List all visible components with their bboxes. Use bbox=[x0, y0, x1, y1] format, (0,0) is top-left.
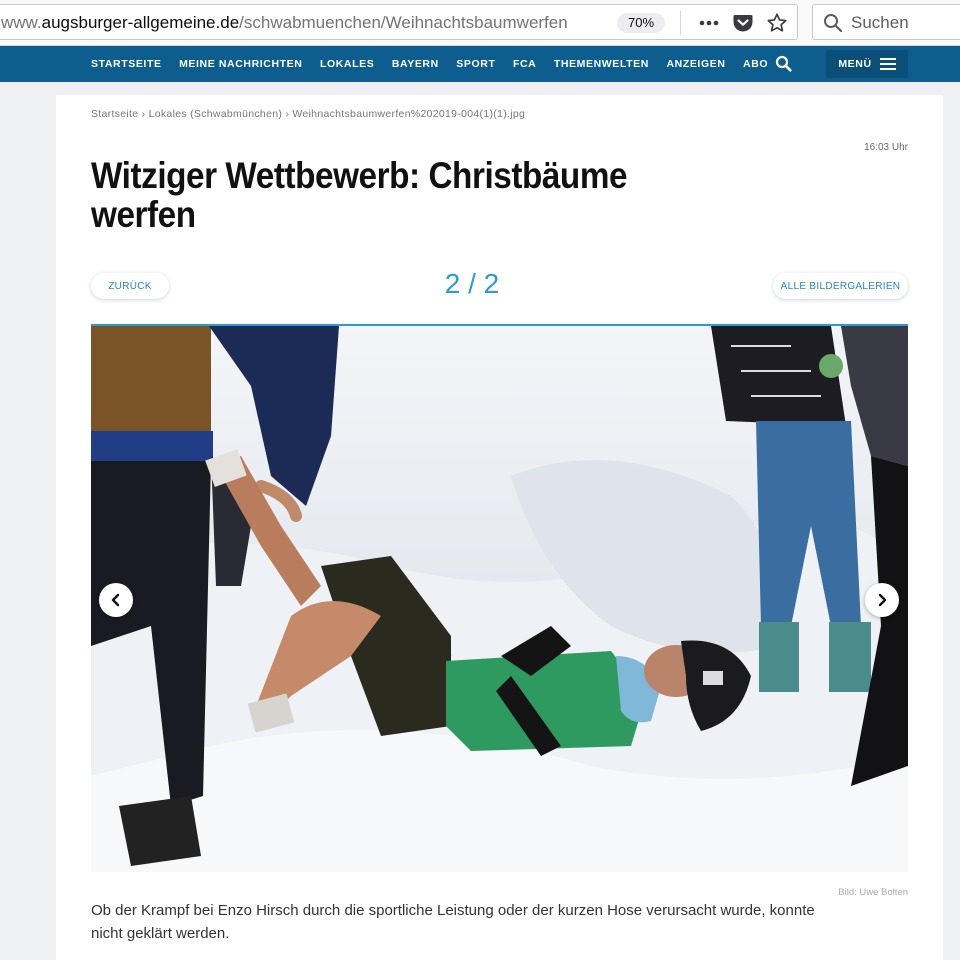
browser-search-field[interactable]: Suchen bbox=[812, 4, 960, 40]
nav-item-startseite[interactable]: STARTSEITE bbox=[91, 58, 162, 70]
chevron-right-icon bbox=[878, 593, 887, 607]
main-navigation: STARTSEITE MEINE NACHRICHTEN LOKALES BAY… bbox=[0, 46, 960, 82]
page-title: Witziger Wettbewerb: Christbäume werfen bbox=[91, 155, 628, 235]
nav-item-abo[interactable]: ABO bbox=[743, 58, 768, 70]
photo-caption: Ob der Krampf bei Enzo Hirsch durch die … bbox=[91, 902, 815, 942]
previous-image-button[interactable] bbox=[99, 583, 133, 617]
chevron-left-icon bbox=[111, 593, 120, 607]
menu-label: MENÜ bbox=[838, 58, 872, 70]
breadcrumb: Startseite › Lokales (Schwabmünchen) › W… bbox=[91, 108, 525, 120]
menu-button[interactable]: MENÜ bbox=[826, 50, 908, 78]
nav-item-lokales[interactable]: LOKALES bbox=[320, 58, 374, 70]
all-galleries-button[interactable]: ALLE BILDERGALERIEN bbox=[773, 273, 908, 299]
nav-item-sport[interactable]: SPORT bbox=[456, 58, 495, 70]
address-bar[interactable]: www.augsburger-allgemeine.de/schwabmuenc… bbox=[0, 4, 798, 40]
breadcrumb-section[interactable]: Lokales (Schwabmünchen) bbox=[149, 108, 283, 120]
nav-items: STARTSEITE MEINE NACHRICHTEN LOKALES BAY… bbox=[91, 46, 786, 82]
url-text[interactable]: www.augsburger-allgemeine.de/schwabmuenc… bbox=[1, 13, 573, 33]
search-placeholder: Suchen bbox=[851, 13, 909, 32]
pocket-icon[interactable] bbox=[731, 11, 755, 35]
nav-item-bayern[interactable]: BAYERN bbox=[392, 58, 439, 70]
url-path: /schwabmuenchen/Weihnachtsbaumwerfen bbox=[239, 13, 568, 32]
url-domain: augsburger-allgemeine.de bbox=[41, 13, 240, 32]
bookmark-star-icon[interactable] bbox=[765, 11, 789, 35]
gallery-photo[interactable] bbox=[91, 324, 908, 872]
urlbar-divider bbox=[680, 11, 681, 35]
photo-credit: Bild: Uwe Bolten bbox=[838, 887, 908, 898]
next-image-button[interactable] bbox=[865, 583, 899, 617]
nav-item-themenwelten[interactable]: THEMENWELTEN bbox=[554, 58, 649, 70]
browser-toolbar: www.augsburger-allgemeine.de/schwabmuenc… bbox=[0, 0, 960, 46]
breadcrumb-home[interactable]: Startseite bbox=[91, 108, 138, 120]
hamburger-icon bbox=[879, 58, 896, 70]
search-icon bbox=[821, 11, 845, 35]
breadcrumb-separator: › bbox=[141, 108, 149, 120]
photo-illustration bbox=[91, 326, 908, 872]
zoom-indicator[interactable]: 70% bbox=[617, 13, 665, 33]
site-search-icon[interactable] bbox=[774, 54, 794, 74]
nav-item-anzeigen[interactable]: ANZEIGEN bbox=[666, 58, 725, 70]
publish-time: 16:03 Uhr bbox=[864, 142, 908, 153]
back-button[interactable]: ZURÜCK bbox=[91, 273, 169, 299]
breadcrumb-current: Weihnachtsbaumwerfen%202019-004(1)(1).jp… bbox=[292, 108, 526, 120]
nav-item-meine-nachrichten[interactable]: MEINE NACHRICHTEN bbox=[179, 58, 302, 70]
gallery-pager: 2 / 2 bbox=[444, 268, 500, 299]
nav-item-fca[interactable]: FCA bbox=[513, 58, 536, 70]
page-actions-icon[interactable] bbox=[697, 11, 721, 35]
